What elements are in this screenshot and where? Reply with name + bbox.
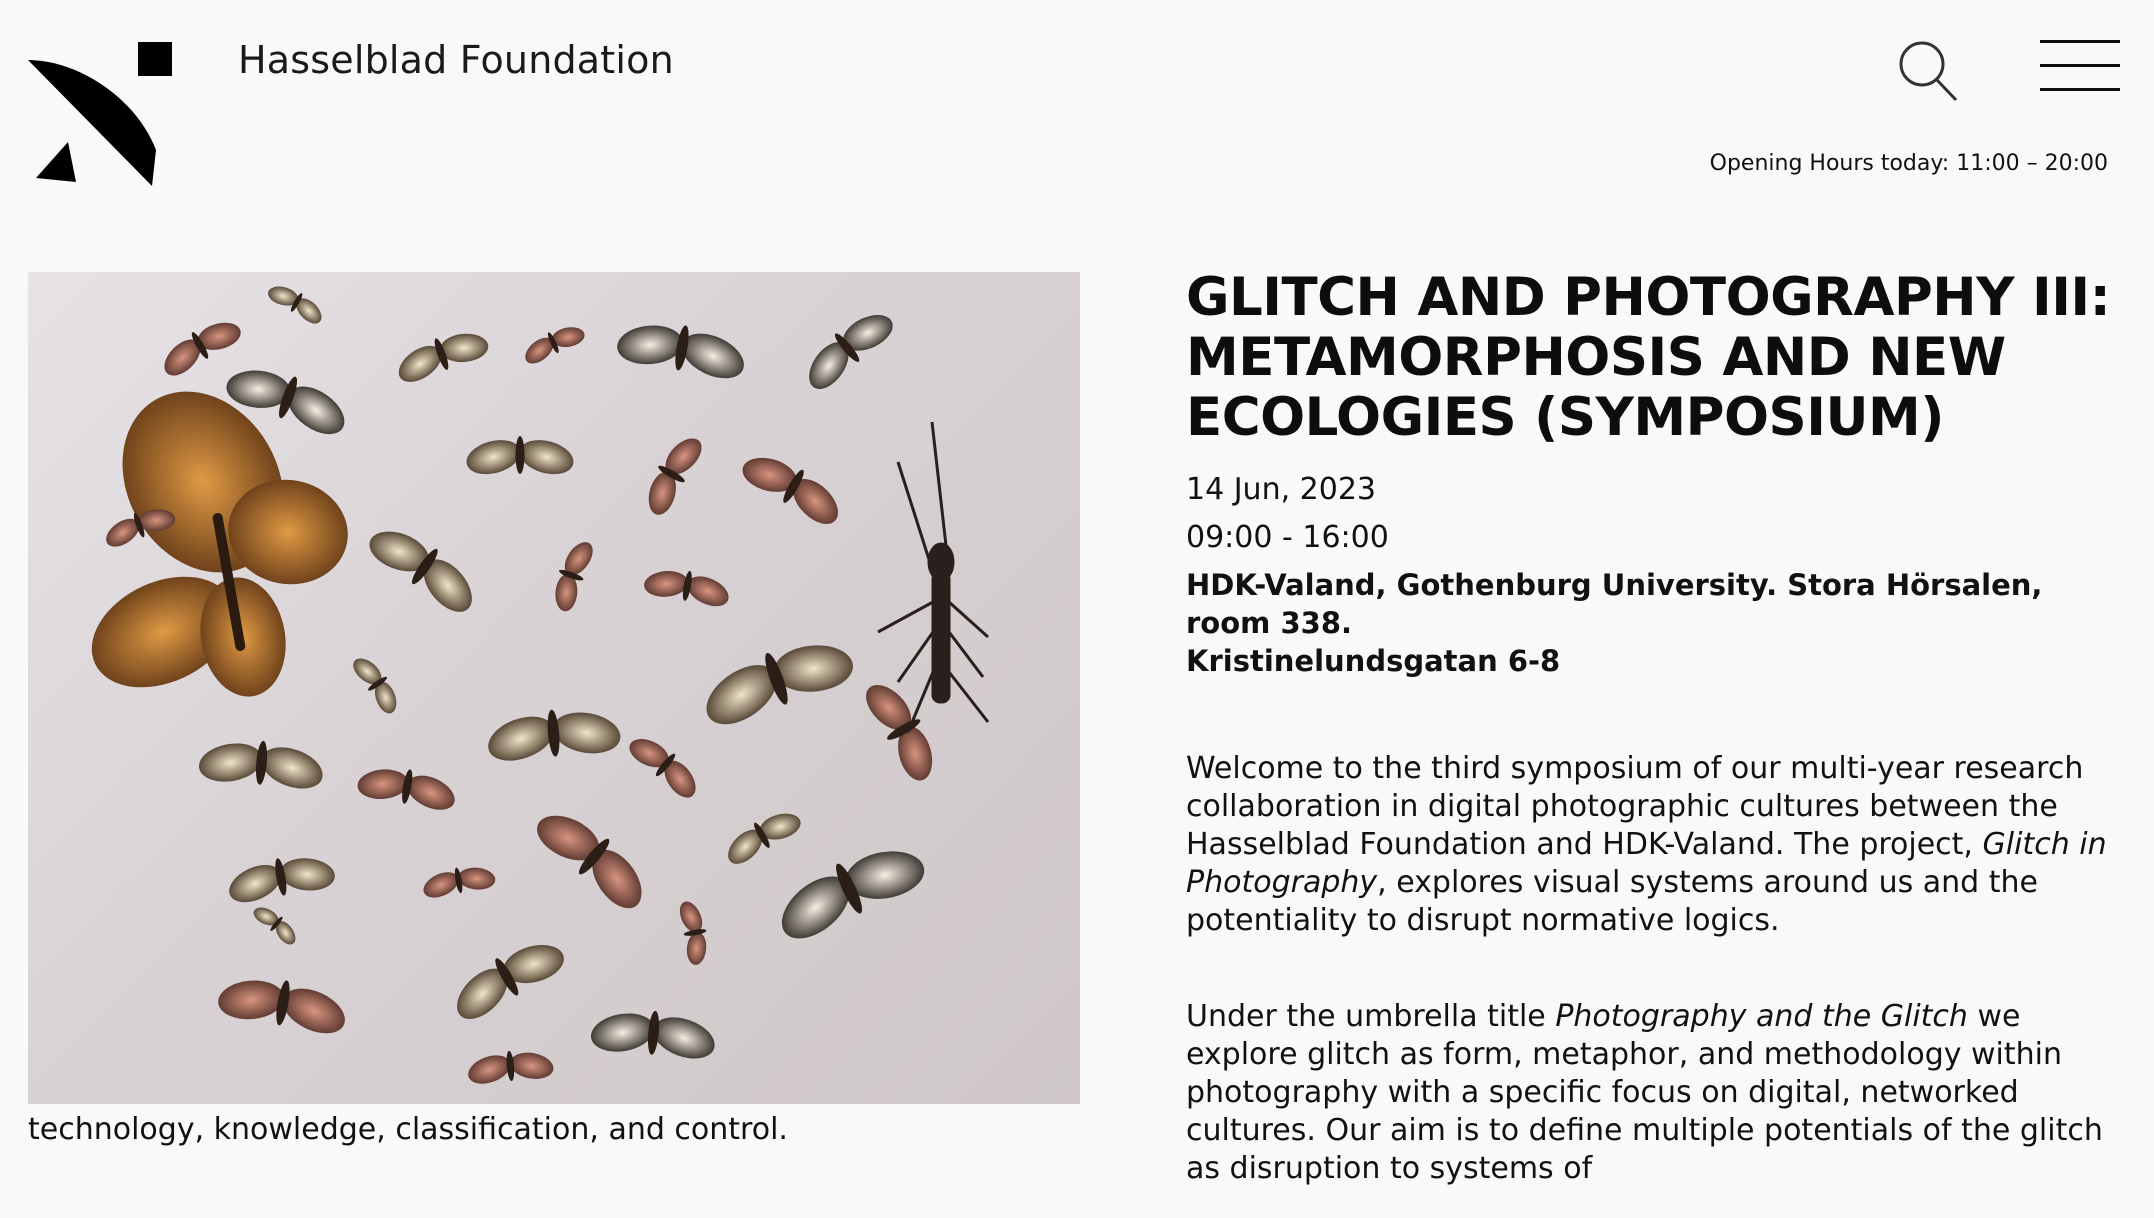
umbrella-paragraph: Under the umbrella title Photography and…: [1186, 998, 2136, 1188]
logo-triangle: [36, 142, 76, 182]
venue-line-1: HDK-Valand, Gothenburg University. Stora…: [1186, 568, 2043, 640]
continuation-text: technology, knowledge, classification, a…: [28, 1112, 788, 1147]
moth-specimen: [679, 901, 707, 965]
logo-square: [138, 42, 172, 76]
moth-specimen: [591, 1010, 715, 1059]
moth-specimen: [423, 867, 496, 898]
hasselblad-logo[interactable]: [28, 42, 174, 186]
event-date: 14 Jun, 2023: [1186, 472, 1377, 507]
brand-name[interactable]: Hasselblad Foundation: [238, 38, 674, 82]
moth-specimen: [369, 531, 472, 612]
moth-specimen: [199, 740, 323, 789]
moth-specimen: [781, 851, 925, 939]
moth-specimen: [218, 980, 345, 1034]
moth-specimen: [253, 907, 296, 945]
moth-specimen: [648, 438, 702, 515]
moth-specimen: [466, 436, 574, 475]
moth-specimen: [353, 658, 397, 714]
moth-specimen: [555, 542, 593, 612]
umbrella-emphasis: Photography and the Glitch: [1555, 999, 1968, 1034]
moth-specimen: [229, 858, 335, 903]
umbrella-text: Under the umbrella title: [1186, 999, 1556, 1034]
moth-specimen: [357, 769, 455, 810]
opening-hours: Opening Hours today: 11:00 – 20:00: [1709, 151, 2108, 176]
moth-specimen: [468, 1050, 554, 1084]
venue-line-2: Kristinelundsgatan 6-8: [1186, 644, 1561, 678]
moth-specimen: [809, 315, 893, 389]
moth-specimen: [742, 457, 838, 524]
search-icon[interactable]: [1898, 40, 1960, 104]
event-venue: HDK-Valand, Gothenburg University. Stora…: [1186, 566, 2136, 680]
event-title: GLITCH AND PHOTOGRAPHY III: METAMORPHOSI…: [1186, 267, 2111, 448]
moth-specimen: [525, 327, 585, 364]
moth-specimen: [706, 645, 853, 725]
event-content: GLITCH AND PHOTOGRAPHY III: METAMORPHOSI…: [1186, 268, 2136, 1218]
stick-insect: [877, 421, 990, 733]
moth-specimen: [617, 325, 744, 379]
moth-specimen: [537, 815, 642, 909]
moth-specimen: [164, 322, 241, 376]
moth-specimen: [728, 813, 801, 864]
moth-specimen: [629, 739, 696, 798]
moth-specimen: [268, 286, 322, 324]
event-time: 09:00 - 16:00: [1186, 520, 1389, 555]
intro-text: Welcome to the third symposium of our mu…: [1186, 751, 2084, 862]
moth-specimen: [457, 944, 564, 1019]
hero-image: [28, 272, 1080, 1104]
moth-specimen: [488, 709, 621, 761]
intro-paragraph: Welcome to the third symposium of our mu…: [1186, 750, 2136, 940]
menu-icon[interactable]: [2040, 40, 2120, 92]
moth-specimen: [398, 333, 489, 382]
moth-specimen: [644, 570, 729, 607]
